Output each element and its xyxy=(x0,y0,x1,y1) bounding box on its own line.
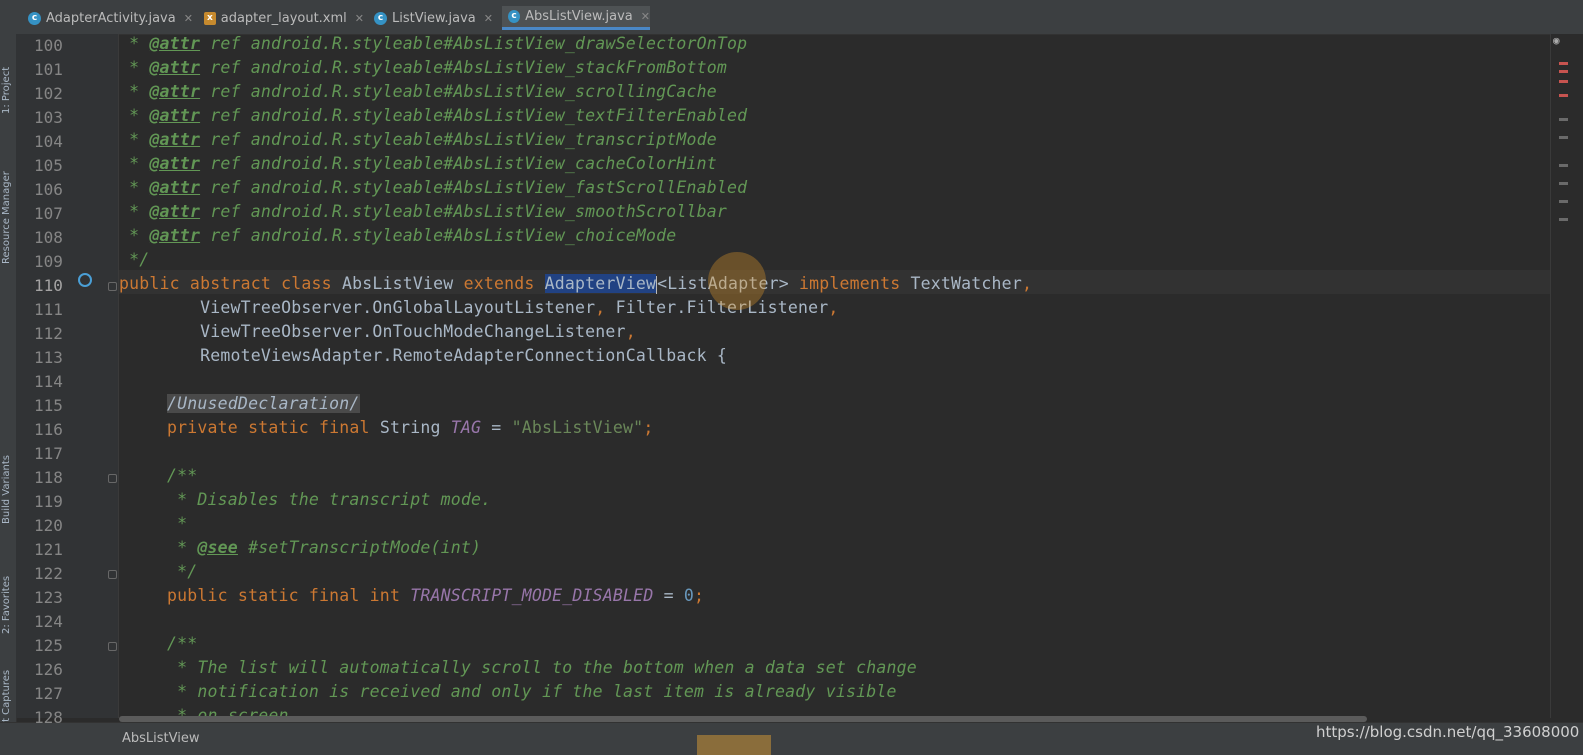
error-marker[interactable] xyxy=(1559,80,1568,83)
code-line-120: * xyxy=(167,514,188,533)
line-number: 118 xyxy=(34,468,63,487)
reader-mode-icon[interactable]: ◉ xyxy=(1553,34,1567,47)
line-number: 100 xyxy=(34,36,63,55)
code-editor[interactable]: * @attr ref android.R.styleable#AbsListV… xyxy=(119,34,1550,718)
tab-listview[interactable]: c ListView.java ✕ xyxy=(368,6,498,30)
code-line-106: * @attr ref android.R.styleable#AbsListV… xyxy=(119,178,748,197)
line-number: 125 xyxy=(34,636,63,655)
editor-tab-bar: c AdapterActivity.java ✕ x adapter_layou… xyxy=(0,0,1583,35)
line-number: 104 xyxy=(34,132,63,151)
line-number: 103 xyxy=(34,108,63,127)
tab-adapter-layout[interactable]: x adapter_layout.xml ✕ xyxy=(198,6,364,30)
warning-marker[interactable] xyxy=(1559,136,1568,139)
line-number: 116 xyxy=(34,420,63,439)
code-line-103: * @attr ref android.R.styleable#AbsListV… xyxy=(119,106,748,125)
mouse-cursor-highlight xyxy=(708,252,766,310)
line-number: 113 xyxy=(34,348,63,367)
code-line-109: */ xyxy=(119,250,150,269)
code-line-108: * @attr ref android.R.styleable#AbsListV… xyxy=(119,226,677,245)
line-number: 121 xyxy=(34,540,63,559)
line-number: 122 xyxy=(34,564,63,583)
tab-label: adapter_layout.xml xyxy=(220,10,347,26)
line-number: 123 xyxy=(34,588,63,607)
code-line-113: RemoteViewsAdapter.RemoteAdapterConnecti… xyxy=(119,346,728,365)
code-line-116: private static final String TAG = "AbsLi… xyxy=(167,418,654,437)
close-icon[interactable]: ✕ xyxy=(184,12,193,25)
fold-toggle-icon[interactable] xyxy=(108,282,117,291)
tab-abslistview[interactable]: c AbsListView.java ✕ xyxy=(502,6,650,30)
close-icon[interactable]: ✕ xyxy=(484,12,493,25)
status-bar: AbsListView https://blog.csdn.net/qq_336… xyxy=(0,722,1583,755)
line-number: 117 xyxy=(34,444,63,463)
xml-icon: x xyxy=(204,11,216,25)
fold-toggle-icon[interactable] xyxy=(108,474,117,483)
line-number: 108 xyxy=(34,228,63,247)
warning-marker[interactable] xyxy=(1559,182,1568,185)
code-line-112: ViewTreeObserver.OnTouchModeChangeListen… xyxy=(119,322,636,341)
line-number: 112 xyxy=(34,324,63,343)
code-line-119: * Disables the transcript mode. xyxy=(167,490,492,509)
line-number: 119 xyxy=(34,492,63,511)
close-icon[interactable]: ✕ xyxy=(355,12,364,25)
line-number: 114 xyxy=(34,372,63,391)
line-number: 107 xyxy=(34,204,63,223)
line-number: 102 xyxy=(34,84,63,103)
tab-adapter-activity[interactable]: c AdapterActivity.java ✕ xyxy=(22,6,194,30)
override-marker-icon[interactable] xyxy=(78,273,92,287)
code-line-127: * notification is received and only if t… xyxy=(167,682,897,701)
watermark-text: https://blog.csdn.net/qq_33608000 xyxy=(1316,723,1580,741)
breadcrumb[interactable]: AbsListView xyxy=(122,731,200,746)
close-icon[interactable]: ✕ xyxy=(641,10,650,23)
code-line-105: * @attr ref android.R.styleable#AbsListV… xyxy=(119,154,717,173)
tab-label: AbsListView.java xyxy=(525,9,633,24)
line-number: 128 xyxy=(34,708,63,727)
error-marker[interactable] xyxy=(1559,70,1568,73)
error-marker[interactable] xyxy=(1559,62,1568,65)
error-marker[interactable] xyxy=(1559,94,1568,97)
warning-marker[interactable] xyxy=(1559,218,1568,221)
code-line-121: * @see #setTranscriptMode(int) xyxy=(167,538,482,557)
code-line-100: * @attr ref android.R.styleable#AbsListV… xyxy=(119,34,748,53)
code-line-107: * @attr ref android.R.styleable#AbsListV… xyxy=(119,202,728,221)
line-number: 120 xyxy=(34,516,63,535)
line-number: 124 xyxy=(34,612,63,631)
class-icon: c xyxy=(28,11,41,25)
fold-toggle-icon[interactable] xyxy=(108,642,117,651)
code-line-115: /UnusedDeclaration/ xyxy=(167,394,360,413)
tab-label: ListView.java xyxy=(392,10,476,26)
line-number: 126 xyxy=(34,660,63,679)
line-number: 101 xyxy=(34,60,63,79)
code-line-110: public abstract class AbsListView extend… xyxy=(119,274,1033,294)
tab-label: AdapterActivity.java xyxy=(46,10,176,26)
code-line-102: * @attr ref android.R.styleable#AbsListV… xyxy=(119,82,717,101)
line-number: 109 xyxy=(34,252,63,271)
line-number: 115 xyxy=(34,396,63,415)
warning-marker[interactable] xyxy=(1559,118,1568,121)
line-number: 106 xyxy=(34,180,63,199)
error-stripe[interactable] xyxy=(1550,34,1583,718)
selected-identifier: AdapterView xyxy=(544,274,657,293)
class-icon: c xyxy=(508,10,521,23)
warning-marker[interactable] xyxy=(1559,200,1568,203)
fold-toggle-icon[interactable] xyxy=(108,570,117,579)
code-line-122: */ xyxy=(167,562,198,581)
line-number: 105 xyxy=(34,156,63,175)
line-number: 110 xyxy=(34,276,63,295)
code-line-101: * @attr ref android.R.styleable#AbsListV… xyxy=(119,58,728,77)
class-icon: c xyxy=(374,11,387,25)
status-indicator xyxy=(697,735,771,755)
left-tool-strip: 1: Project Resource Manager Build Varian… xyxy=(0,34,17,754)
code-line-125: /** xyxy=(167,634,198,653)
code-line-118: /** xyxy=(167,466,198,485)
warning-marker[interactable] xyxy=(1559,164,1568,167)
line-number: 111 xyxy=(34,300,63,319)
code-line-123: public static final int TRANSCRIPT_MODE_… xyxy=(167,586,705,605)
code-line-104: * @attr ref android.R.styleable#AbsListV… xyxy=(119,130,717,149)
code-line-126: * The list will automatically scroll to … xyxy=(167,658,917,677)
line-number: 127 xyxy=(34,684,63,703)
